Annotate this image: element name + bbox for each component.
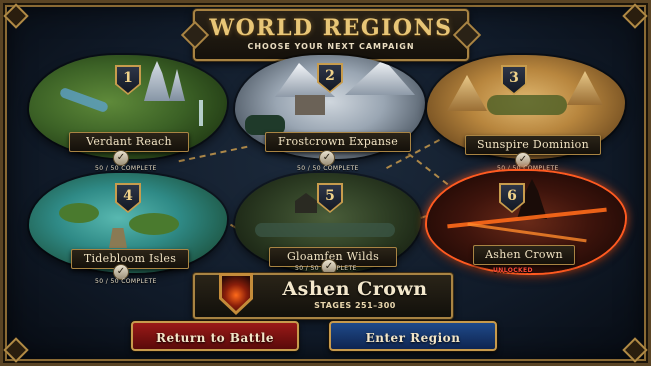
region-number-badge: 3: [501, 65, 527, 95]
region-card-verdant-reach[interactable]: 1 Verdant Reach ✓ 50 / 50 COMPLETE: [29, 55, 227, 172]
enter-region-button[interactable]: Enter Region: [329, 321, 497, 351]
region-number-badge: 6: [499, 183, 525, 213]
region-name: Frostcrown Expanse: [265, 132, 411, 152]
return-to-battle-button[interactable]: Return to Battle: [131, 321, 299, 351]
region-number-badge: 5: [317, 183, 343, 213]
region-card-sunspire-dominion[interactable]: 3 Sunspire Dominion ✓ 50 / 50 COMPLETE: [427, 55, 625, 172]
corner-ornament: [3, 337, 29, 363]
island-patch: [59, 203, 99, 223]
swamp-hut: [295, 193, 317, 213]
corner-ornament: [622, 3, 648, 29]
region-number-badge: 4: [115, 183, 141, 213]
check-icon: ✓: [319, 150, 335, 166]
region-name: Verdant Reach: [69, 132, 189, 152]
region-card-ashen-crown[interactable]: 6 Ashen Crown UNLOCKED: [427, 171, 625, 274]
world-regions-screen: WORLD REGIONS CHOOSE YOUR NEXT CAMPAIGN …: [0, 0, 651, 366]
region-status: UNLOCKED: [493, 267, 533, 274]
corner-ornament: [622, 337, 648, 363]
region-card-tidebloom-isles[interactable]: 4 Tidebloom Isles ✓ 50 / 50 COMPLETE: [29, 173, 227, 285]
castle-spires: [144, 61, 170, 101]
region-name: Ashen Crown: [473, 245, 575, 265]
region-status: 50 / 50 COMPLETE: [95, 165, 157, 172]
region-number-badge: 1: [115, 65, 141, 95]
pyramid: [447, 75, 487, 111]
page-title: WORLD REGIONS: [209, 15, 453, 41]
region-card-gloamfen-wilds[interactable]: 5 Gloamfen Wilds 50 / 50 COMPLETE ✓: [235, 173, 421, 273]
temple-ruin: [109, 228, 127, 248]
region-number-badge: 2: [317, 63, 343, 93]
oasis-palms: [487, 95, 567, 115]
region-status: 50 / 50 COMPLETE: [95, 278, 157, 285]
region-name: Sunspire Dominion: [465, 135, 601, 155]
waterfall: [199, 100, 203, 126]
selected-region-panel: Ashen Crown STAGES 251–300: [193, 273, 453, 319]
selected-region-name: Ashen Crown: [282, 278, 428, 300]
fortress: [295, 95, 325, 115]
volcano-emblem-icon: [219, 273, 253, 315]
corner-ornament: [3, 3, 29, 29]
page-subtitle: CHOOSE YOUR NEXT CAMPAIGN: [247, 42, 415, 51]
region-status: 50 / 50 COMPLETE: [297, 165, 359, 172]
title-plaque: WORLD REGIONS CHOOSE YOUR NEXT CAMPAIGN: [193, 9, 469, 61]
region-name: Tidebloom Isles: [71, 249, 189, 269]
region-card-frostcrown-expanse[interactable]: 2 Frostcrown Expanse ✓ 50 / 50 COMPLETE: [235, 55, 425, 172]
check-icon: ✓: [113, 150, 129, 166]
selected-region-stages: STAGES 251–300: [314, 301, 396, 310]
